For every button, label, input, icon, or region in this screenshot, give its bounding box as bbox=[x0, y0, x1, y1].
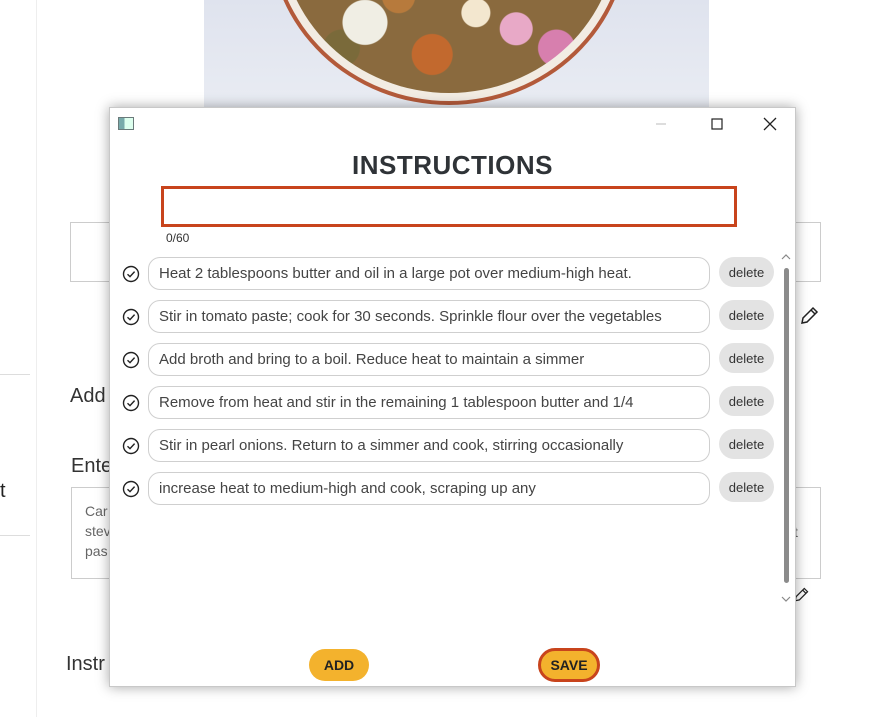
close-button[interactable] bbox=[747, 108, 793, 140]
delete-button[interactable]: delete bbox=[719, 429, 774, 459]
title-bar bbox=[110, 108, 795, 140]
maximize-button[interactable] bbox=[694, 108, 740, 140]
list-item: Stir in tomato paste; cook for 30 second… bbox=[110, 299, 780, 335]
delete-button[interactable]: delete bbox=[719, 300, 774, 330]
divider bbox=[0, 374, 30, 375]
instruction-text[interactable]: Heat 2 tablespoons butter and oil in a l… bbox=[148, 257, 710, 290]
check-circle-icon[interactable] bbox=[122, 394, 140, 412]
dialog-title: INSTRUCTIONS bbox=[352, 150, 553, 180]
sidebar-partial-label: t bbox=[0, 480, 6, 502]
instructions-label: Instr bbox=[66, 653, 105, 675]
minimize-button[interactable] bbox=[638, 108, 684, 140]
instruction-text[interactable]: Add broth and bring to a boil. Reduce he… bbox=[148, 343, 710, 376]
close-icon bbox=[763, 117, 777, 131]
add-label: Add bbox=[70, 385, 106, 407]
instruction-input[interactable] bbox=[161, 186, 737, 227]
list-item: Heat 2 tablespoons butter and oil in a l… bbox=[110, 256, 780, 292]
check-circle-icon[interactable] bbox=[122, 265, 140, 283]
chevron-down-icon[interactable] bbox=[779, 592, 793, 606]
list-item: increase heat to medium-high and cook, s… bbox=[110, 471, 780, 507]
save-button[interactable]: SAVE bbox=[538, 648, 600, 682]
divider bbox=[0, 535, 30, 536]
left-sidebar bbox=[0, 0, 37, 717]
check-circle-icon[interactable] bbox=[122, 480, 140, 498]
check-circle-icon[interactable] bbox=[122, 308, 140, 326]
list-item: Remove from heat and stir in the remaini… bbox=[110, 385, 780, 421]
maximize-icon bbox=[711, 118, 723, 130]
delete-button[interactable]: delete bbox=[719, 386, 774, 416]
enter-label: Ente bbox=[71, 455, 113, 477]
minimize-icon bbox=[656, 123, 666, 125]
delete-button[interactable]: delete bbox=[719, 343, 774, 373]
instruction-text[interactable]: Remove from heat and stir in the remaini… bbox=[148, 386, 710, 419]
delete-button[interactable]: delete bbox=[719, 257, 774, 287]
check-circle-icon[interactable] bbox=[122, 351, 140, 369]
instruction-text[interactable]: increase heat to medium-high and cook, s… bbox=[148, 472, 710, 505]
character-counter: 0/60 bbox=[166, 231, 190, 245]
chevron-up-icon[interactable] bbox=[779, 250, 793, 264]
scrollbar-thumb[interactable] bbox=[784, 268, 789, 583]
pencil-icon[interactable] bbox=[798, 305, 820, 327]
add-button[interactable]: ADD bbox=[309, 649, 369, 681]
instruction-text[interactable]: Stir in pearl onions. Return to a simmer… bbox=[148, 429, 710, 462]
instructions-dialog: INSTRUCTIONS 0/60 Heat 2 tablespoons but… bbox=[109, 107, 796, 687]
list-item: Add broth and bring to a boil. Reduce he… bbox=[110, 342, 780, 378]
check-circle-icon[interactable] bbox=[122, 437, 140, 455]
app-icon bbox=[118, 117, 134, 130]
instruction-text[interactable]: Stir in tomato paste; cook for 30 second… bbox=[148, 300, 710, 333]
delete-button[interactable]: delete bbox=[719, 472, 774, 502]
recipe-image bbox=[204, 0, 709, 108]
list-item: Stir in pearl onions. Return to a simmer… bbox=[110, 428, 780, 464]
